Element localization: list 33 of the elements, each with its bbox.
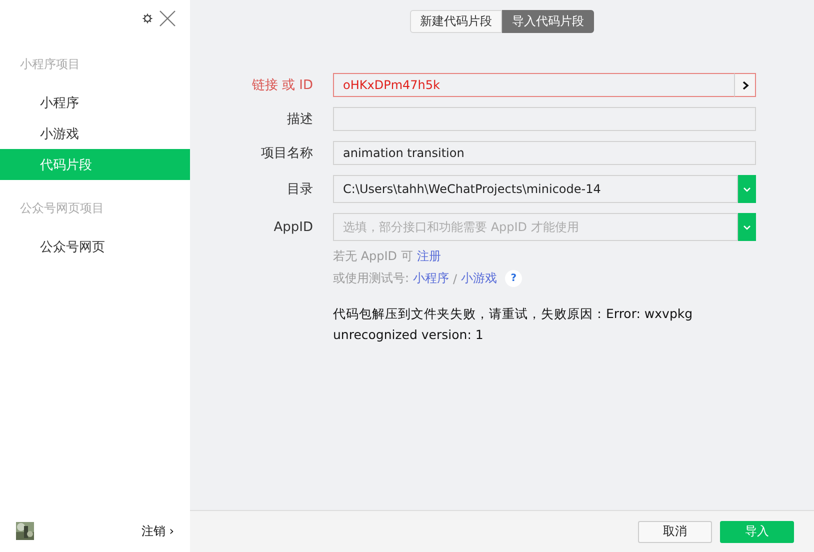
field-label: 目录 — [286, 181, 314, 198]
field-label: 链接 或 ID — [250, 77, 314, 94]
logout-link[interactable]: 注销 › — [141, 522, 174, 540]
chevron-icon — [743, 186, 751, 192]
sidebar-item[interactable]: 小游戏 — [0, 118, 190, 149]
hint-text: 若无 AppID 可 — [333, 248, 413, 265]
input-field[interactable]: oHKxDPm47h5k — [333, 73, 735, 97]
chevron-icon — [742, 80, 748, 90]
chevron-icon — [743, 224, 751, 230]
field-label: 描述 — [286, 111, 314, 128]
tab[interactable]: 新建代码片段 — [410, 10, 502, 33]
input-field[interactable]: animation transition — [333, 141, 756, 165]
section-title: 公众号网页项目 — [19, 200, 105, 217]
test-link[interactable]: 小程序 — [413, 270, 450, 287]
close-icon[interactable] — [159, 10, 176, 26]
error-message: 代码包解压到文件夹失败，请重试，失败原因：Error: wxvpkg unrecognized version: 1 — [333, 305, 694, 344]
input-field[interactable] — [333, 107, 756, 131]
cancel-button[interactable]: 取消 — [638, 520, 712, 542]
section-title: 小程序项目 — [19, 56, 81, 73]
hint-text: 或使用测试号: — [333, 270, 410, 287]
separator: / — [453, 272, 458, 286]
sidebar-item[interactable]: 公众号网页 — [0, 231, 190, 262]
settings-icon[interactable] — [142, 12, 153, 24]
help-icon[interactable]: ? — [505, 270, 522, 287]
field-label: 项目名称 — [260, 145, 314, 162]
select-field[interactable]: 选填，部分接口和功能需要 AppID 才能使用 — [333, 213, 738, 241]
register-link[interactable]: 注册 — [416, 248, 441, 265]
go-button[interactable] — [734, 73, 756, 97]
sidebar-item[interactable]: 小程序 — [0, 87, 190, 118]
tab[interactable]: 导入代码片段 — [502, 10, 594, 33]
test-link[interactable]: 小游戏 — [461, 270, 498, 287]
field-label: AppID — [272, 220, 314, 234]
select-field[interactable]: C:\Users\tahh\WeChatProjects\minicode-14 — [333, 175, 738, 203]
